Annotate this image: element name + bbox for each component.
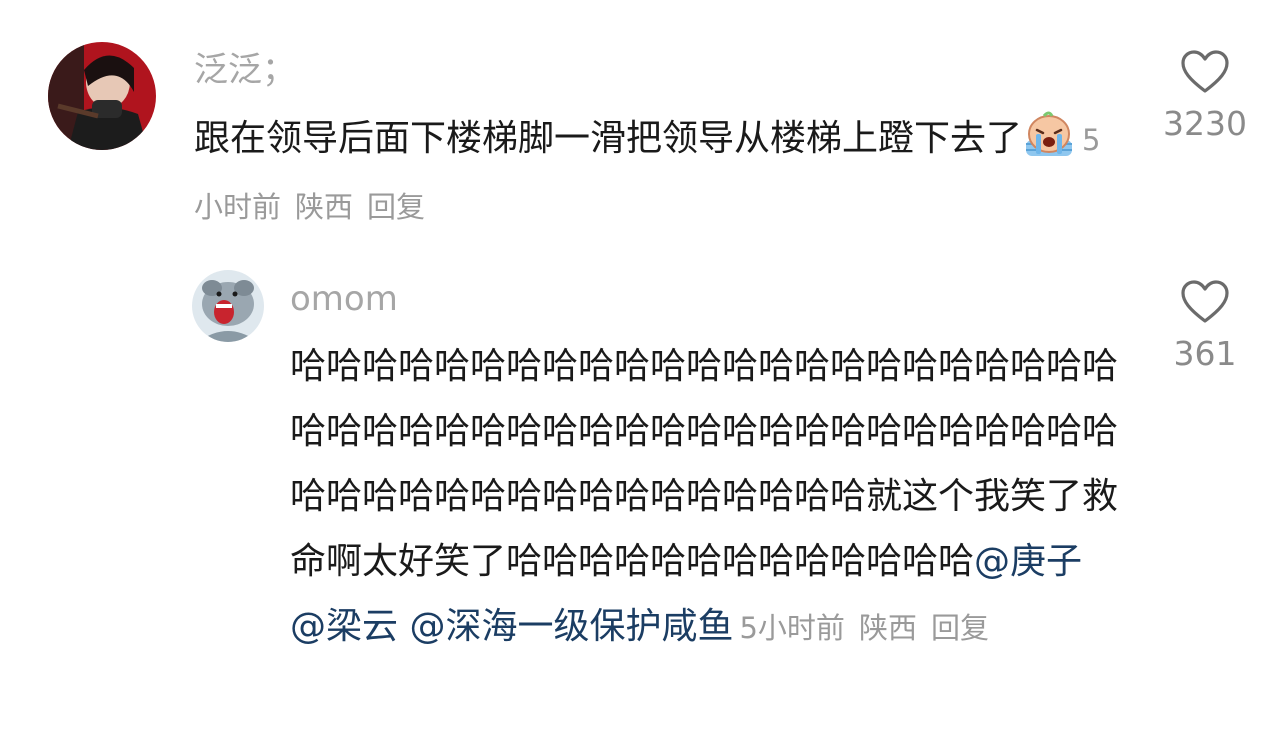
heart-outline-icon[interactable] xyxy=(1181,280,1229,324)
reply-like-count: 361 xyxy=(1173,334,1237,373)
reply-text: 哈哈哈哈哈哈哈哈哈哈哈哈哈哈哈哈哈哈哈哈哈哈哈哈哈哈哈哈哈哈哈哈哈哈哈哈哈哈哈哈… xyxy=(290,334,1120,661)
mention-link[interactable]: @深海一级保护咸鱼 xyxy=(409,606,733,647)
comment-like-count: 3230 xyxy=(1163,104,1247,143)
commenter-username[interactable]: 泛泛； xyxy=(194,50,296,90)
avatar-commenter[interactable] xyxy=(48,42,156,150)
crying-face-emoji xyxy=(1026,111,1073,156)
reply-time: 5小时前 xyxy=(739,611,845,645)
reply-meta: 5小时前 陕西 回复 xyxy=(739,611,1002,645)
replier-username[interactable]: omom xyxy=(290,279,398,319)
mention-link[interactable]: @庚子 xyxy=(974,541,1082,582)
mention-link[interactable]: @梁云 xyxy=(290,606,398,647)
heart-outline-icon[interactable] xyxy=(1181,50,1229,94)
avatar-replier[interactable] xyxy=(192,270,264,342)
reply-reply-button[interactable]: 回复 xyxy=(931,611,989,645)
reply-location: 陕西 xyxy=(858,611,917,645)
comment-location: 陕西 xyxy=(295,190,354,224)
comment-text: 跟在领导后面下楼梯脚一滑把领导从楼梯上蹬下去了 5小时前 陕西 回复 xyxy=(194,106,1104,240)
comment-like[interactable]: 3230 xyxy=(1150,50,1260,144)
reply-like[interactable]: 361 xyxy=(1150,280,1260,374)
comment-reply-button[interactable]: 回复 xyxy=(367,190,425,224)
comment-body: 跟在领导后面下楼梯脚一滑把领导从楼梯上蹬下去了 xyxy=(194,118,1023,159)
